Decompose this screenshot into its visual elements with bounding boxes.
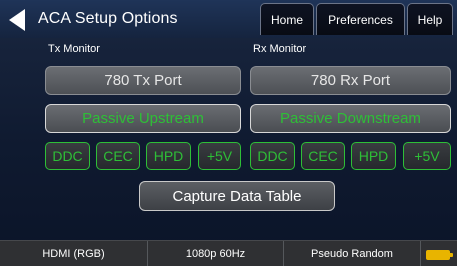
tx-5v-button[interactable]: +5V	[198, 142, 241, 170]
rx-ddc-button[interactable]: DDC	[250, 142, 295, 170]
tab-home[interactable]: Home	[260, 3, 314, 35]
tab-preferences[interactable]: Preferences	[316, 3, 405, 35]
passive-upstream-button[interactable]: Passive Upstream	[45, 104, 241, 133]
app-screen: ACA Setup Options Home Preferences Help …	[0, 0, 457, 266]
tx-cec-button[interactable]: CEC	[96, 142, 140, 170]
back-arrow-icon[interactable]	[9, 9, 25, 31]
status-bar: HDMI (RGB) 1080p 60Hz Pseudo Random	[0, 240, 457, 266]
battery-tip	[450, 253, 453, 257]
tab-help[interactable]: Help	[407, 3, 453, 35]
tx-hpd-button[interactable]: HPD	[146, 142, 191, 170]
tx-monitor-label: Tx Monitor	[48, 43, 100, 55]
rx-5v-button[interactable]: +5V	[403, 142, 451, 170]
page-title: ACA Setup Options	[38, 10, 178, 27]
rx-port-button[interactable]: 780 Rx Port	[250, 66, 451, 95]
passive-downstream-button[interactable]: Passive Downstream	[250, 104, 451, 133]
rx-hpd-button[interactable]: HPD	[351, 142, 396, 170]
battery-icon	[426, 250, 450, 260]
tx-ddc-button[interactable]: DDC	[45, 142, 90, 170]
capture-data-table-button[interactable]: Capture Data Table	[139, 181, 335, 211]
status-pattern[interactable]: Pseudo Random	[284, 241, 421, 266]
rx-cec-button[interactable]: CEC	[301, 142, 345, 170]
header-bar: ACA Setup Options Home Preferences Help	[0, 0, 457, 38]
tx-port-button[interactable]: 780 Tx Port	[45, 66, 241, 95]
status-timing[interactable]: 1080p 60Hz	[148, 241, 284, 266]
status-video-format[interactable]: HDMI (RGB)	[0, 241, 148, 266]
rx-monitor-label: Rx Monitor	[253, 43, 307, 55]
